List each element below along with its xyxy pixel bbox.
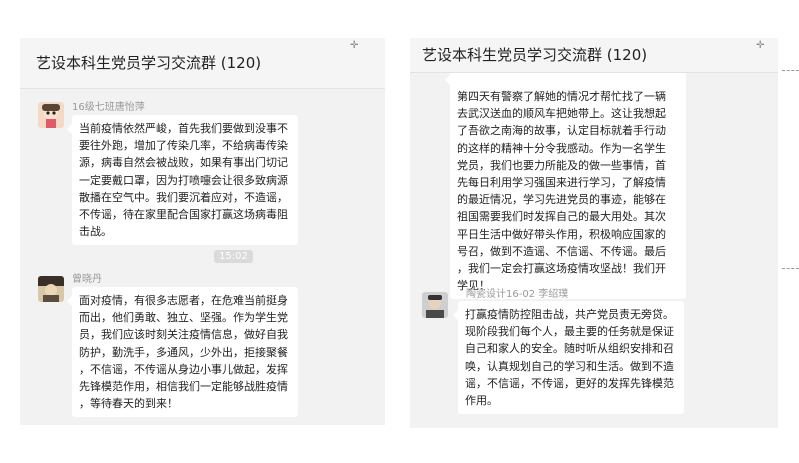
message-line: 平日生活中做好带头作用，积极响应国家的 <box>457 227 666 241</box>
divider <box>782 70 799 72</box>
message-line: ，不信谣，不传谣从身边小事儿做起，发挥 <box>79 362 288 376</box>
sender-name: 陶瓷设计16-02 李绍璞 <box>466 289 569 300</box>
message-line: 散播在空气中。我们要沉着应对，不造谣， <box>79 190 288 204</box>
message-line: 源，病毒自然会被战败，如果有事出门切记 <box>79 156 288 170</box>
message-line: 党员，我们也要力所能及的做一些事情，首 <box>457 158 666 172</box>
message-line: 击战。 <box>79 225 112 239</box>
message-bubble[interactable]: 当前疫情依然严峻，首先我们要做到没事不 要往外跑，增加了传染几率，不给病毒传染 … <box>67 115 298 246</box>
message-line: 唤，认真规划自己的学习和生活。做到不造 <box>465 359 674 373</box>
message-bubble[interactable]: 打赢疫情防控阻击战，共产党员责无旁贷。 现阶段我们每个人，最主要的任务就是保证 … <box>453 301 684 415</box>
message-line: 一定要戴口罩，因为打喷嚏会让很多致病源 <box>79 173 288 187</box>
message-line: 防护，勤洗手，多通风，少外出，拒接聚餐 <box>79 345 288 359</box>
message-line: ，我们一定会打赢这场疫情攻坚战！我们开 <box>457 262 666 276</box>
message-line: 先每日利用学习强国来进行学习，了解疫情 <box>457 176 666 190</box>
message-line: 自己和家人的安全。随时听从组织安排和召 <box>465 342 674 356</box>
message-line: 第四天有警察了解她的情况才帮忙找了一辆 <box>457 90 666 103</box>
group-title: 艺设本科生党员学习交流群 (120) <box>422 46 648 64</box>
message-bubble[interactable]: 第四天有警察了解她的情况才帮忙找了一辆 去武汉送血的顺风车把她带上。这让我想起 … <box>445 66 686 300</box>
message-line: 而出，他们勇敢、独立、坚强。作为学生党 <box>79 311 288 325</box>
message-line: 号召，做到不造谣、不信谣、不传谣。最后 <box>457 244 666 258</box>
message-line: 打赢疫情防控阻击战，共产党员责无旁贷。 <box>465 308 674 321</box>
message-line: ，等待春天的到来！ <box>79 397 178 411</box>
chat-window-left: 艺设本科生党员学习交流群 (120) ✛ 16级七班唐怡萍 当前疫情依然严峻，首… <box>20 38 385 425</box>
sender-name: 16级七班唐怡萍 <box>72 102 145 113</box>
message-line: 了吾欲之南海的故事，认定目标就着手行动 <box>457 124 666 138</box>
avatar[interactable] <box>38 102 64 128</box>
group-title: 艺设本科生党员学习交流群 (120) <box>36 54 262 72</box>
message-line: 作用。 <box>465 394 498 408</box>
message-line: 现阶段我们每个人，最主要的任务就是保证 <box>465 325 674 339</box>
chat-window-right: 第四天有警察了解她的情况才帮忙找了一辆 去武汉送血的顺风车把她带上。这让我想起 … <box>410 38 778 428</box>
time-divider: 15:02 <box>214 250 253 263</box>
message-line: 当前疫情依然严峻，首先我们要做到没事不 <box>79 122 288 135</box>
message-line: 员，我们应该时刻关注疫情信息，做好自我 <box>79 328 288 342</box>
message-line: 去武汉送血的顺风车把她带上。这让我想起 <box>457 107 666 121</box>
message-line: 谣，不信谣，不传谣，更好的发挥先锋模范 <box>465 376 674 390</box>
sender-name: 曾晓丹 <box>72 274 102 285</box>
message-line: 的这样的精神十分令我感动。作为一名学生 <box>457 141 666 155</box>
message-line: 先锋模范作用，相信我们一定能够战胜疫情 <box>79 380 288 394</box>
avatar[interactable] <box>38 276 64 302</box>
pin-icon[interactable]: ✛ <box>350 40 358 51</box>
divider <box>782 268 799 270</box>
message-line: 不传谣，待在家里配合国家打赢这场病毒阻 <box>79 208 288 222</box>
chat-header: 艺设本科生党员学习交流群 (120) ✛ <box>20 38 385 89</box>
avatar[interactable] <box>422 292 448 318</box>
message-line: 面对疫情，有很多志愿者，在危难当前挺身 <box>79 294 288 307</box>
chat-header: 艺设本科生党员学习交流群 (120) ✛ <box>410 38 778 73</box>
message-line: 的最近情况，学习先进党员的事迹，能够在 <box>457 193 666 207</box>
message-bubble[interactable]: 面对疫情，有很多志愿者，在危难当前挺身 而出，他们勇敢、独立、坚强。作为学生党 … <box>67 287 298 418</box>
message-line: 祖国需要我们时发挥自己的最大用处。其次 <box>457 210 666 224</box>
pin-icon[interactable]: ✛ <box>756 40 764 51</box>
message-line: 要往外跑，增加了传染几率，不给病毒传染 <box>79 139 288 153</box>
